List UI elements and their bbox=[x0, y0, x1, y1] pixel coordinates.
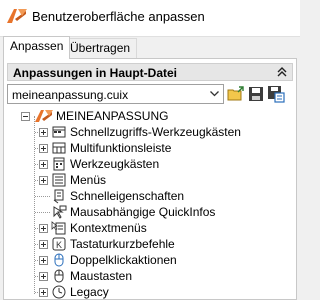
double-click-actions-icon bbox=[54, 253, 64, 267]
tree-item[interactable]: Mausabhängige QuickInfos bbox=[4, 204, 296, 220]
svg-text:K: K bbox=[56, 240, 62, 250]
autocad-logo-icon bbox=[35, 110, 53, 122]
tree-item[interactable]: Maustasten bbox=[4, 268, 296, 284]
menus-icon bbox=[52, 173, 66, 187]
customization-tree[interactable]: MEINEANPASSUNG Schnellzugriffs-Werkzeugk… bbox=[4, 107, 296, 299]
ribbon-icon bbox=[52, 142, 66, 154]
shortcut-menus-icon bbox=[51, 221, 66, 235]
keyboard-shortcuts-icon: K bbox=[52, 237, 66, 251]
tab-uebertragen[interactable]: Übertragen bbox=[63, 38, 138, 58]
tree-item[interactable]: Multifunktionsleiste bbox=[4, 140, 296, 156]
tree-item-label: Werkzeugkästen bbox=[70, 157, 160, 171]
expand-toggle-icon[interactable] bbox=[39, 144, 48, 153]
chevron-down-icon bbox=[210, 91, 219, 97]
tree-connector bbox=[35, 196, 50, 197]
tree-item-label: Schnellzugriffs-Werkzeugkästen bbox=[70, 125, 241, 139]
open-file-icon[interactable] bbox=[227, 85, 245, 103]
expand-toggle-icon[interactable] bbox=[39, 160, 48, 169]
file-select-value: meineanpassung.cuix bbox=[12, 88, 129, 102]
collapse-toggle-icon[interactable] bbox=[21, 112, 30, 121]
save-icon[interactable] bbox=[247, 85, 265, 103]
customization-file-dropdown[interactable]: meineanpassung.cuix bbox=[7, 84, 224, 104]
tree-item-label: Multifunktionsleiste bbox=[70, 141, 172, 155]
tree-item[interactable]: K Tastaturkurzbefehle bbox=[4, 236, 296, 252]
quick-properties-icon bbox=[53, 189, 64, 204]
tree-item-label: Doppelklickaktionen bbox=[70, 253, 177, 267]
legacy-icon bbox=[52, 285, 66, 299]
tree-root-label: MEINEANPASSUNG bbox=[56, 109, 169, 123]
section-title: Anpassungen in Haupt-Datei bbox=[13, 66, 178, 80]
toolbars-icon bbox=[53, 157, 65, 171]
expand-toggle-icon[interactable] bbox=[39, 240, 48, 249]
tree-item-label: Kontextmenüs bbox=[70, 221, 147, 235]
quick-access-toolbar-icon bbox=[52, 126, 66, 138]
save-as-icon[interactable] bbox=[267, 85, 285, 103]
tree-item[interactable]: Schnellzugriffs-Werkzeugkästen bbox=[4, 124, 296, 140]
tree-item[interactable]: Legacy bbox=[4, 284, 296, 300]
tree-item[interactable]: Menüs bbox=[4, 172, 296, 188]
expand-toggle-icon[interactable] bbox=[39, 224, 48, 233]
rollover-tooltips-icon bbox=[53, 205, 67, 219]
expand-toggle-icon[interactable] bbox=[39, 256, 48, 265]
tree-item-label: Maustasten bbox=[70, 269, 133, 283]
tree-item[interactable]: Kontextmenüs bbox=[4, 220, 296, 236]
tab-anpassen[interactable]: Anpassen bbox=[3, 36, 71, 59]
collapse-chevron-icon[interactable] bbox=[276, 66, 288, 78]
expand-toggle-icon[interactable] bbox=[39, 128, 48, 137]
tree-item[interactable]: Doppelklickaktionen bbox=[4, 252, 296, 268]
tree-item-label: Legacy bbox=[70, 285, 109, 299]
tree-item-label: Mausabhängige QuickInfos bbox=[70, 205, 216, 219]
tree-item-label: Menüs bbox=[70, 173, 107, 187]
autocad-logo-icon bbox=[7, 9, 27, 23]
tab-strip: Anpassen Übertragen bbox=[0, 36, 300, 59]
tree-item-label: Schnelleigenschaften bbox=[70, 189, 185, 203]
window-title: Benutzeroberfläche anpassen bbox=[32, 9, 205, 24]
tree-connector bbox=[35, 212, 50, 213]
section-header[interactable]: Anpassungen in Haupt-Datei bbox=[7, 63, 293, 81]
expand-toggle-icon[interactable] bbox=[39, 272, 48, 281]
customize-panel: Anpassungen in Haupt-Datei meineanpassun… bbox=[3, 58, 297, 300]
title-bar: Benutzeroberfläche anpassen bbox=[0, 0, 300, 37]
expand-toggle-icon[interactable] bbox=[39, 176, 48, 185]
mouse-buttons-icon bbox=[54, 269, 64, 283]
tree-item[interactable]: Werkzeugkästen bbox=[4, 156, 296, 172]
expand-toggle-icon[interactable] bbox=[39, 288, 48, 297]
tree-item[interactable]: Schnelleigenschaften bbox=[4, 188, 296, 204]
tree-item-label: Tastaturkurzbefehle bbox=[70, 237, 175, 251]
tree-root-row[interactable]: MEINEANPASSUNG bbox=[4, 108, 296, 124]
